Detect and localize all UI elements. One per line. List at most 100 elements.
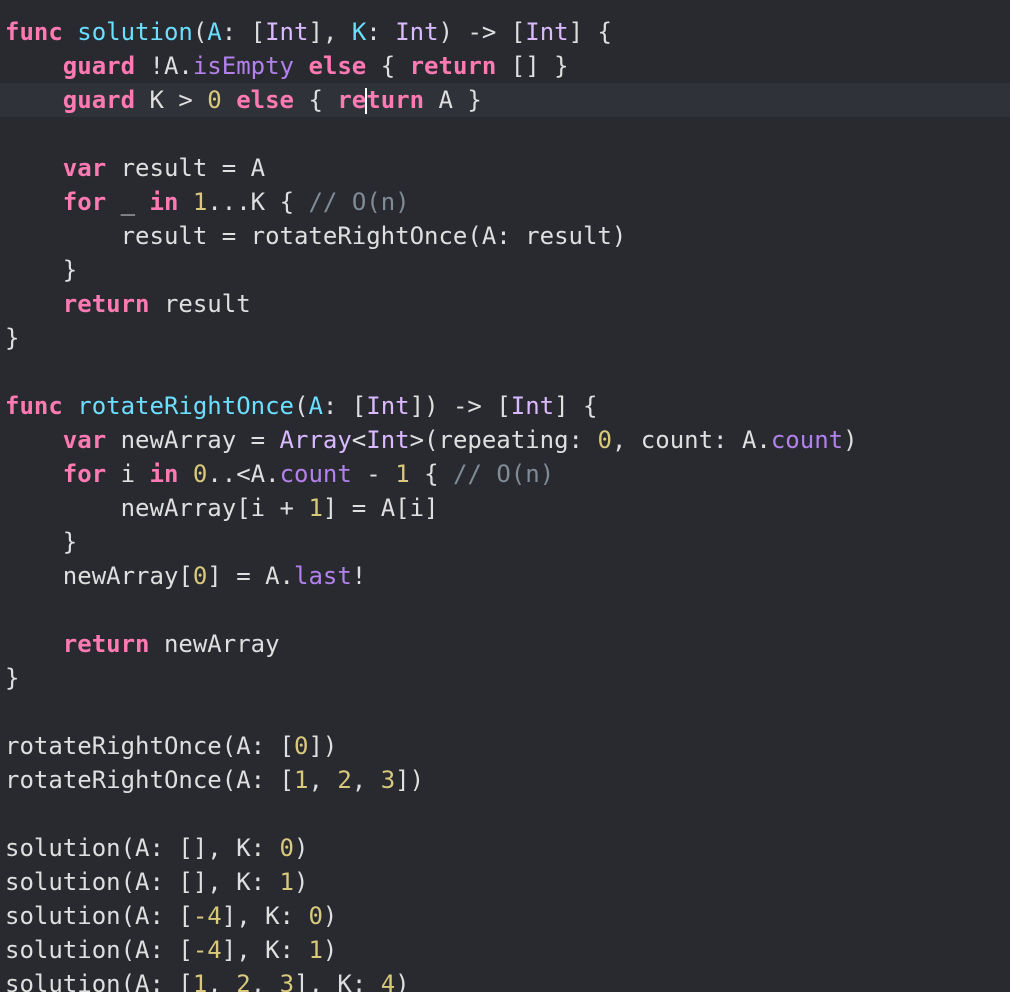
- code-token: solution(A: [], K:: [5, 868, 280, 896]
- code-line[interactable]: var newArray = Array<Int>(repeating: 0, …: [0, 423, 1010, 457]
- code-line[interactable]: for _ in 1...K { // O(n): [0, 185, 1010, 219]
- code-token: turn: [366, 86, 425, 114]
- code-token: solution(A: [: [5, 970, 193, 992]
- code-token: var: [62, 154, 107, 182]
- code-token: Int: [525, 18, 569, 46]
- code-token: solution: [77, 18, 193, 46]
- code-token: 1: [293, 766, 309, 794]
- code-token: i: [106, 460, 150, 488]
- code-token: count: [279, 460, 352, 488]
- code-token: }: [5, 528, 78, 556]
- code-editor[interactable]: func solution(A: [Int], K: Int) -> [Int]…: [0, 0, 1010, 992]
- code-token: ] = A[i]: [322, 494, 439, 522]
- code-token: 0: [293, 732, 309, 760]
- code-line[interactable]: func rotateRightOnce(A: [Int]) -> [Int] …: [0, 389, 1010, 423]
- code-line[interactable]: }: [0, 661, 1010, 695]
- code-token: ): [395, 970, 410, 992]
- code-token: 1: [308, 936, 323, 964]
- code-token: isEmpty: [192, 52, 294, 80]
- code-line[interactable]: func solution(A: [Int], K: Int) -> [Int]…: [0, 15, 1010, 49]
- code-token: ]): [395, 766, 425, 794]
- code-line[interactable]: }: [0, 321, 1010, 355]
- code-token: Array: [279, 426, 352, 454]
- code-line[interactable]: [0, 117, 1010, 151]
- code-line[interactable]: newArray[i + 1] = A[i]: [0, 491, 1010, 525]
- code-token: (: [192, 18, 208, 46]
- code-token: solution(A: [: [5, 902, 193, 930]
- code-token: 2: [236, 970, 251, 992]
- code-token: ], K:: [294, 970, 381, 992]
- code-line[interactable]: newArray[0] = A.last!: [0, 559, 1010, 593]
- code-token: result: [149, 290, 251, 318]
- code-line[interactable]: return result: [0, 287, 1010, 321]
- code-token: return: [409, 52, 497, 80]
- code-line[interactable]: solution(A: [-4], K: 1): [0, 933, 1010, 967]
- code-token: A: [207, 18, 222, 46]
- code-line[interactable]: result = rotateRightOnce(A: result): [0, 219, 1010, 253]
- code-token: !A.: [135, 52, 193, 80]
- code-token: }: [5, 664, 20, 692]
- code-token: K: [351, 18, 367, 46]
- code-token: re: [337, 86, 367, 114]
- code-token: var: [62, 426, 107, 454]
- code-token: ...K {: [207, 188, 309, 216]
- code-line[interactable]: solution(A: [1, 2, 3], K: 4): [0, 967, 1010, 992]
- code-token: ..<A.: [207, 460, 280, 488]
- code-token: !: [351, 562, 367, 590]
- code-token: ] = A.: [207, 562, 294, 590]
- code-line[interactable]: }: [0, 253, 1010, 287]
- code-line[interactable]: [0, 695, 1010, 729]
- code-token: result = rotateRightOnce(A: result): [5, 222, 627, 250]
- code-token: 0: [597, 426, 612, 454]
- code-line[interactable]: solution(A: [-4], K: 0): [0, 899, 1010, 933]
- code-token: 1: [192, 188, 208, 216]
- code-token: {: [294, 86, 338, 114]
- code-token: in: [149, 188, 179, 216]
- code-token: ,: [207, 970, 237, 992]
- code-line[interactable]: }: [0, 525, 1010, 559]
- code-token: guard: [62, 86, 136, 114]
- code-token: solution(A: [], K:: [5, 834, 280, 862]
- code-token: : [: [221, 18, 266, 46]
- code-token: else: [308, 52, 367, 80]
- code-token: ,: [351, 766, 381, 794]
- code-token: Int: [395, 18, 439, 46]
- code-line[interactable]: solution(A: [], K: 1): [0, 865, 1010, 899]
- code-token: , count: A.: [611, 426, 771, 454]
- code-token: rotateRightOnce(A: [: [5, 766, 294, 794]
- code-token: }: [5, 324, 20, 352]
- code-line[interactable]: [0, 593, 1010, 627]
- code-token: ,: [308, 766, 338, 794]
- code-token: in: [149, 460, 179, 488]
- code-line[interactable]: rotateRightOnce(A: [0]): [0, 729, 1010, 763]
- code-token: for: [62, 188, 107, 216]
- code-token: 3: [380, 766, 396, 794]
- code-line[interactable]: rotateRightOnce(A: [1, 2, 3]): [0, 763, 1010, 797]
- code-token: ,: [250, 970, 280, 992]
- code-token: 0: [192, 460, 208, 488]
- code-token: ): [294, 834, 309, 862]
- code-token: result = A: [106, 154, 266, 182]
- code-line[interactable]: guard !A.isEmpty else { return [] }: [0, 49, 1010, 83]
- code-line[interactable]: solution(A: [], K: 0): [0, 831, 1010, 865]
- code-line[interactable]: [0, 355, 1010, 389]
- code-line[interactable]: for i in 0..<A.count - 1 { // O(n): [0, 457, 1010, 491]
- code-line[interactable]: var result = A: [0, 151, 1010, 185]
- code-token: ] {: [568, 18, 612, 46]
- code-token: solution(A: [: [5, 936, 193, 964]
- code-token: [] }: [496, 52, 569, 80]
- code-token: return: [62, 630, 150, 658]
- code-line[interactable]: return newArray: [0, 627, 1010, 661]
- code-line[interactable]: guard K > 0 else { return A }: [0, 83, 1010, 117]
- code-line[interactable]: [0, 797, 1010, 831]
